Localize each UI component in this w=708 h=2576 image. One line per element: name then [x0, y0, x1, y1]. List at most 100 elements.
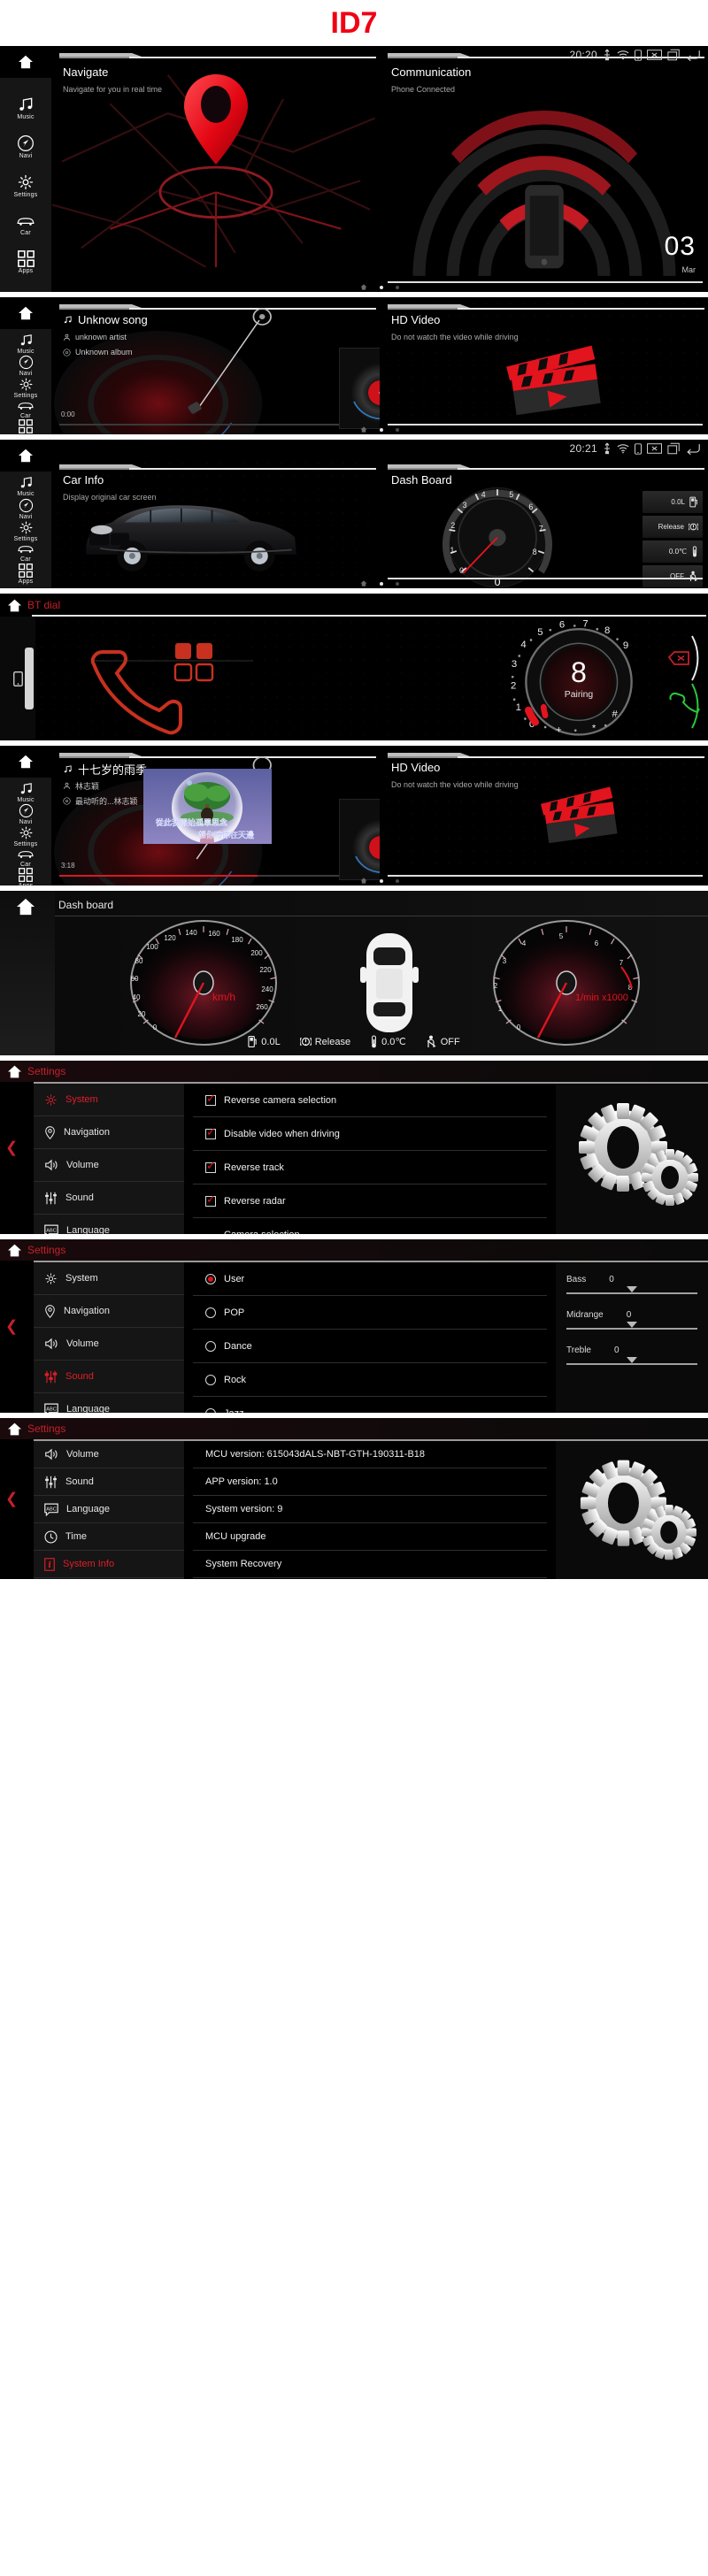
- home-dot-icon[interactable]: [360, 426, 367, 433]
- settings-row[interactable]: Reverse track: [193, 1151, 547, 1184]
- page-dot[interactable]: [380, 878, 383, 883]
- settings-row[interactable]: Reverse camera selection: [193, 1084, 547, 1117]
- sidebar-item-settings[interactable]: Settings: [0, 173, 51, 198]
- dial-ring[interactable]: 012 345 6 78 9+ *# 8 Pairing: [490, 617, 667, 740]
- card-music[interactable]: Unknow song unknown artist Unknown album…: [51, 297, 380, 434]
- sidebar-item-car[interactable]: Car: [0, 399, 51, 419]
- sidebar-item-music[interactable]: Music: [0, 781, 51, 803]
- recents-square-icon[interactable]: [667, 442, 681, 455]
- settings-row[interactable]: Reverse radar: [193, 1184, 547, 1218]
- card-video[interactable]: HD Video Do not watch the video while dr…: [380, 746, 708, 886]
- settings-row[interactable]: MCU version: 615043dALS-NBT-GTH-190311-B…: [193, 1441, 547, 1468]
- settings-row[interactable]: Camera selection: [193, 1218, 547, 1235]
- settings-row[interactable]: System version: 9: [193, 1496, 547, 1523]
- settings-row[interactable]: MCU upgrade: [193, 1523, 547, 1551]
- settings-row[interactable]: Disable video when driving: [193, 1117, 547, 1151]
- settings-row[interactable]: System Recovery: [193, 1551, 547, 1578]
- home-icon[interactable]: [7, 1422, 22, 1436]
- sidebar-item-navi[interactable]: Navi: [0, 498, 51, 520]
- settings-row[interactable]: Dance: [193, 1330, 547, 1363]
- back-arrow-icon[interactable]: [686, 49, 701, 61]
- settings-menu-item-language[interactable]: ABC Language: [34, 1215, 184, 1234]
- page-dot[interactable]: [396, 285, 399, 289]
- eq-slider[interactable]: [566, 1322, 697, 1330]
- slider-knob[interactable]: [627, 1286, 637, 1292]
- card-car-info[interactable]: Car Info Display original car screen: [51, 457, 380, 588]
- sidebar-item-settings[interactable]: Settings: [0, 520, 51, 542]
- sidebar-item-car[interactable]: Car: [0, 542, 51, 563]
- rail-home-button[interactable]: [0, 46, 51, 78]
- settings-row[interactable]: Rock: [193, 1363, 547, 1397]
- settings-menu-item-time[interactable]: Time: [34, 1523, 184, 1551]
- x-box-icon[interactable]: [647, 443, 662, 454]
- sidebar-item-car[interactable]: Car: [0, 847, 51, 868]
- video-preview-overlay[interactable]: 從此我開始孤單思念 想你時你在天邊: [143, 769, 272, 844]
- usb-icon[interactable]: [603, 49, 612, 61]
- page-dot[interactable]: [396, 427, 399, 432]
- back-chevron-icon[interactable]: ❮: [5, 1491, 18, 1506]
- card-navigate[interactable]: Navigate Navigate for you in real time: [51, 46, 380, 292]
- drag-handle[interactable]: [25, 648, 34, 709]
- checkbox[interactable]: [205, 1092, 216, 1106]
- settings-menu-item-navigation[interactable]: Navigation: [34, 1295, 184, 1328]
- radio-button[interactable]: [205, 1407, 216, 1413]
- sidebar-item-apps[interactable]: Apps: [0, 249, 51, 274]
- settings-menu-item-system-info[interactable]: i System Info: [34, 1551, 184, 1578]
- card-video[interactable]: HD Video Do not watch the video while dr…: [380, 297, 708, 434]
- radio-button[interactable]: [205, 1374, 216, 1385]
- home-dot-icon[interactable]: [360, 580, 367, 586]
- eq-slider[interactable]: [566, 1357, 697, 1365]
- sidebar-item-music[interactable]: Music: [0, 333, 51, 355]
- checkbox[interactable]: [205, 1160, 216, 1173]
- settings-menu-item-volume[interactable]: Volume: [34, 1328, 184, 1361]
- progress-bar[interactable]: [59, 875, 374, 877]
- sidebar-item-settings[interactable]: Settings: [0, 825, 51, 847]
- slider-knob[interactable]: [627, 1357, 637, 1363]
- home-icon[interactable]: [7, 1065, 22, 1078]
- settings-menu-item-system[interactable]: System: [34, 1084, 184, 1116]
- radio-button[interactable]: [205, 1273, 216, 1284]
- page-dot[interactable]: [396, 581, 399, 586]
- sidebar-item-apps[interactable]: Apps: [0, 563, 51, 585]
- radio-button[interactable]: [205, 1307, 216, 1318]
- settings-row[interactable]: Jazz: [193, 1397, 547, 1413]
- home-dot-icon[interactable]: [360, 284, 367, 290]
- home-icon[interactable]: [16, 898, 35, 916]
- sidebar-item-settings[interactable]: Settings: [0, 377, 51, 399]
- settings-menu-item-language[interactable]: ABC Language: [34, 1496, 184, 1523]
- sidebar-item-navi[interactable]: Navi: [0, 355, 51, 377]
- wifi-icon[interactable]: [617, 443, 629, 454]
- settings-menu-item-language[interactable]: ABC Language: [34, 1393, 184, 1413]
- page-dot[interactable]: [380, 427, 383, 432]
- eq-slider[interactable]: [566, 1286, 697, 1294]
- sidebar-item-navi[interactable]: Navi: [0, 134, 51, 159]
- settings-row[interactable]: User: [193, 1262, 547, 1296]
- checkbox[interactable]: [205, 1193, 216, 1207]
- rail-home-button[interactable]: [0, 440, 51, 472]
- card-dash-board[interactable]: Dash Board 012 345 678 0 0.0L Release 0.…: [380, 457, 708, 588]
- recents-square-icon[interactable]: [667, 49, 681, 61]
- settings-menu-item-sound[interactable]: Sound: [34, 1182, 184, 1215]
- page-dot[interactable]: [380, 581, 383, 586]
- settings-menu-item-system[interactable]: System: [34, 1262, 184, 1295]
- rail-home-button[interactable]: [0, 746, 51, 778]
- sidebar-item-apps[interactable]: Apps: [0, 419, 51, 434]
- radio-button[interactable]: [205, 1340, 216, 1352]
- card-communication[interactable]: Communication Phone Connected 03 Mar: [380, 46, 708, 292]
- phone-handset-icon[interactable]: [67, 618, 297, 740]
- settings-menu-item-navigation[interactable]: Navigation: [34, 1116, 184, 1149]
- sidebar-item-car[interactable]: Car: [0, 213, 51, 236]
- phone-icon[interactable]: [635, 49, 642, 61]
- home-icon[interactable]: [7, 1244, 22, 1257]
- wifi-icon[interactable]: [617, 50, 629, 60]
- phone-icon[interactable]: [12, 671, 23, 686]
- settings-menu-item-sound[interactable]: Sound: [34, 1468, 184, 1496]
- page-dot[interactable]: [396, 878, 399, 883]
- back-chevron-icon[interactable]: ❮: [5, 1140, 18, 1155]
- settings-menu-item-volume[interactable]: Volume: [34, 1149, 184, 1182]
- settings-menu-item-sound[interactable]: Sound: [34, 1361, 184, 1393]
- back-chevron-icon[interactable]: ❮: [5, 1319, 18, 1334]
- rail-home-button[interactable]: [0, 297, 51, 329]
- usb-icon[interactable]: [603, 442, 612, 455]
- settings-row[interactable]: POP: [193, 1296, 547, 1330]
